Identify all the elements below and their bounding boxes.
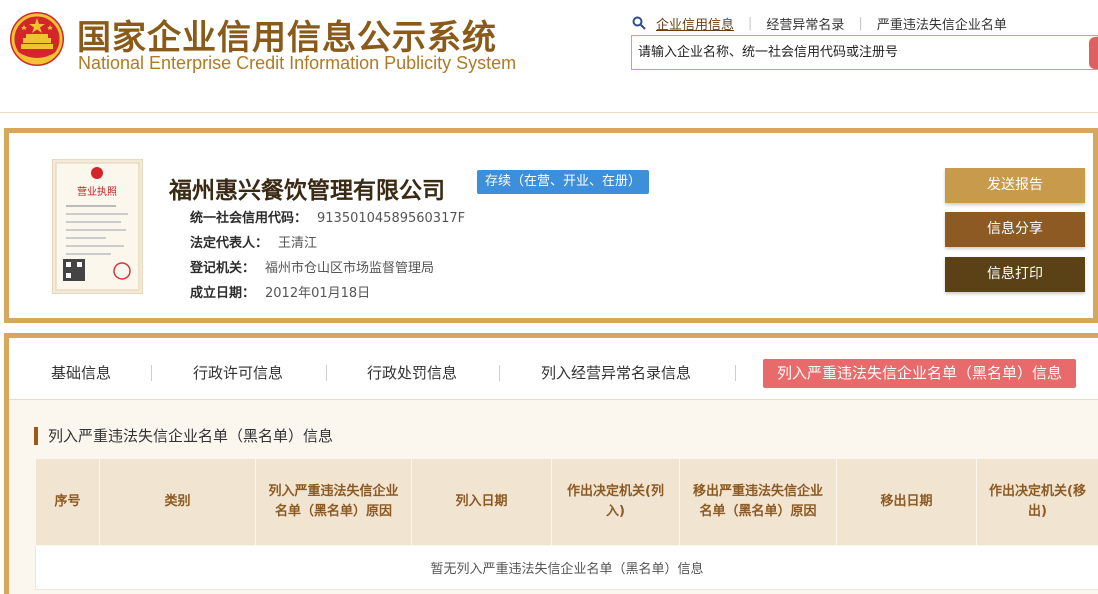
nav-abnormal-list[interactable]: 经营异常名录 [766, 14, 844, 33]
nav-blacklist[interactable]: 严重违法失信企业名单 [877, 14, 1007, 33]
column-header: 序号 [35, 458, 100, 546]
column-header: 作出决定机关(列入) [551, 458, 680, 546]
tab-admin-license[interactable]: 行政许可信息 [193, 358, 283, 388]
tab-separator [326, 365, 327, 381]
site-header: 国家企业信用信息公示系统 National Enterprise Credit … [0, 0, 1098, 113]
search-bar [631, 35, 1098, 70]
search-icon [632, 16, 646, 30]
info-value: 2012年01月18日 [265, 286, 371, 301]
national-emblem-icon [10, 12, 64, 66]
info-row-established: 成立日期： 2012年01月18日 [190, 282, 370, 301]
info-label: 登记机关： [190, 261, 256, 276]
svg-text:营业执照: 营业执照 [77, 185, 117, 198]
info-label: 统一社会信用代码： [190, 211, 308, 226]
nav-enterprise-credit[interactable]: 企业信用信息 [656, 14, 734, 33]
company-name: 福州惠兴餐饮管理有限公司 [169, 178, 445, 204]
tab-separator [735, 365, 736, 381]
empty-message: 暂无列入严重违法失信企业名单（黑名单）信息 [35, 545, 1098, 590]
column-header: 列入日期 [411, 458, 552, 546]
info-label: 成立日期： [190, 286, 256, 301]
search-input[interactable] [632, 36, 1082, 69]
search-button[interactable] [1089, 37, 1098, 69]
table-header-row: 序号 类别 列入严重违法失信企业名单（黑名单）原因 列入日期 作出决定机关(列入… [35, 458, 1098, 546]
column-header: 作出决定机关(移出) [976, 458, 1098, 546]
column-header: 类别 [99, 458, 256, 546]
nav-separator: | [858, 15, 863, 31]
column-header: 移出严重违法失信企业名单（黑名单）原因 [679, 458, 837, 546]
site-title-en: National Enterprise Credit Information P… [78, 53, 517, 73]
section-title: 列入严重违法失信企业名单（黑名单）信息 [34, 427, 333, 445]
business-license-icon[interactable]: 营业执照 [52, 159, 143, 294]
tab-separator [151, 365, 152, 381]
info-label: 法定代表人： [190, 236, 269, 251]
info-value: 91350104589560317F [317, 211, 466, 226]
info-row-legal-rep: 法定代表人： 王清江 [190, 232, 317, 251]
tab-bar: 基础信息 行政许可信息 行政处罚信息 列入经营异常名录信息 列入严重违法失信企业… [9, 338, 1098, 400]
send-report-button[interactable]: 发送报告 [945, 168, 1085, 203]
tab-separator [499, 365, 500, 381]
company-card: 营业执照 福州惠兴餐饮管理有限公司 存续（在营、开业、在册） 统一社会信用代码：… [4, 128, 1098, 323]
tab-admin-penalty[interactable]: 行政处罚信息 [367, 358, 457, 388]
blacklist-table: 序号 类别 列入严重违法失信企业名单（黑名单）原因 列入日期 作出决定机关(列入… [35, 458, 1098, 590]
table-row: 暂无列入严重违法失信企业名单（黑名单）信息 [35, 545, 1098, 590]
info-value: 王清江 [278, 236, 318, 251]
nav-separator: | [748, 15, 753, 31]
column-header: 移出日期 [836, 458, 977, 546]
share-info-button[interactable]: 信息分享 [945, 212, 1085, 247]
site-title-cn: 国家企业信用信息公示系统 [77, 18, 497, 58]
print-info-button[interactable]: 信息打印 [945, 257, 1085, 292]
tab-abnormal-list[interactable]: 列入经营异常名录信息 [541, 358, 691, 388]
info-row-credit-code: 统一社会信用代码： 91350104589560317F [190, 207, 465, 226]
column-header: 列入严重违法失信企业名单（黑名单）原因 [255, 458, 412, 546]
info-value: 福州市仓山区市场监督管理局 [265, 261, 435, 276]
info-row-registry: 登记机关： 福州市仓山区市场监督管理局 [190, 257, 434, 276]
tab-basic-info[interactable]: 基础信息 [51, 358, 111, 388]
status-badge: 存续（在营、开业、在册） [477, 170, 650, 194]
tab-blacklist[interactable]: 列入严重违法失信企业名单（黑名单）信息 [763, 359, 1077, 388]
detail-section: 基础信息 行政许可信息 行政处罚信息 列入经营异常名录信息 列入严重违法失信企业… [4, 333, 1098, 594]
top-nav: 企业信用信息 | 经营异常名录 | 严重违法失信企业名单 [632, 14, 1007, 33]
blacklist-panel: 列入严重违法失信企业名单（黑名单）信息 序号 类别 列入严重违法失信企业名单（黑… [9, 400, 1098, 594]
